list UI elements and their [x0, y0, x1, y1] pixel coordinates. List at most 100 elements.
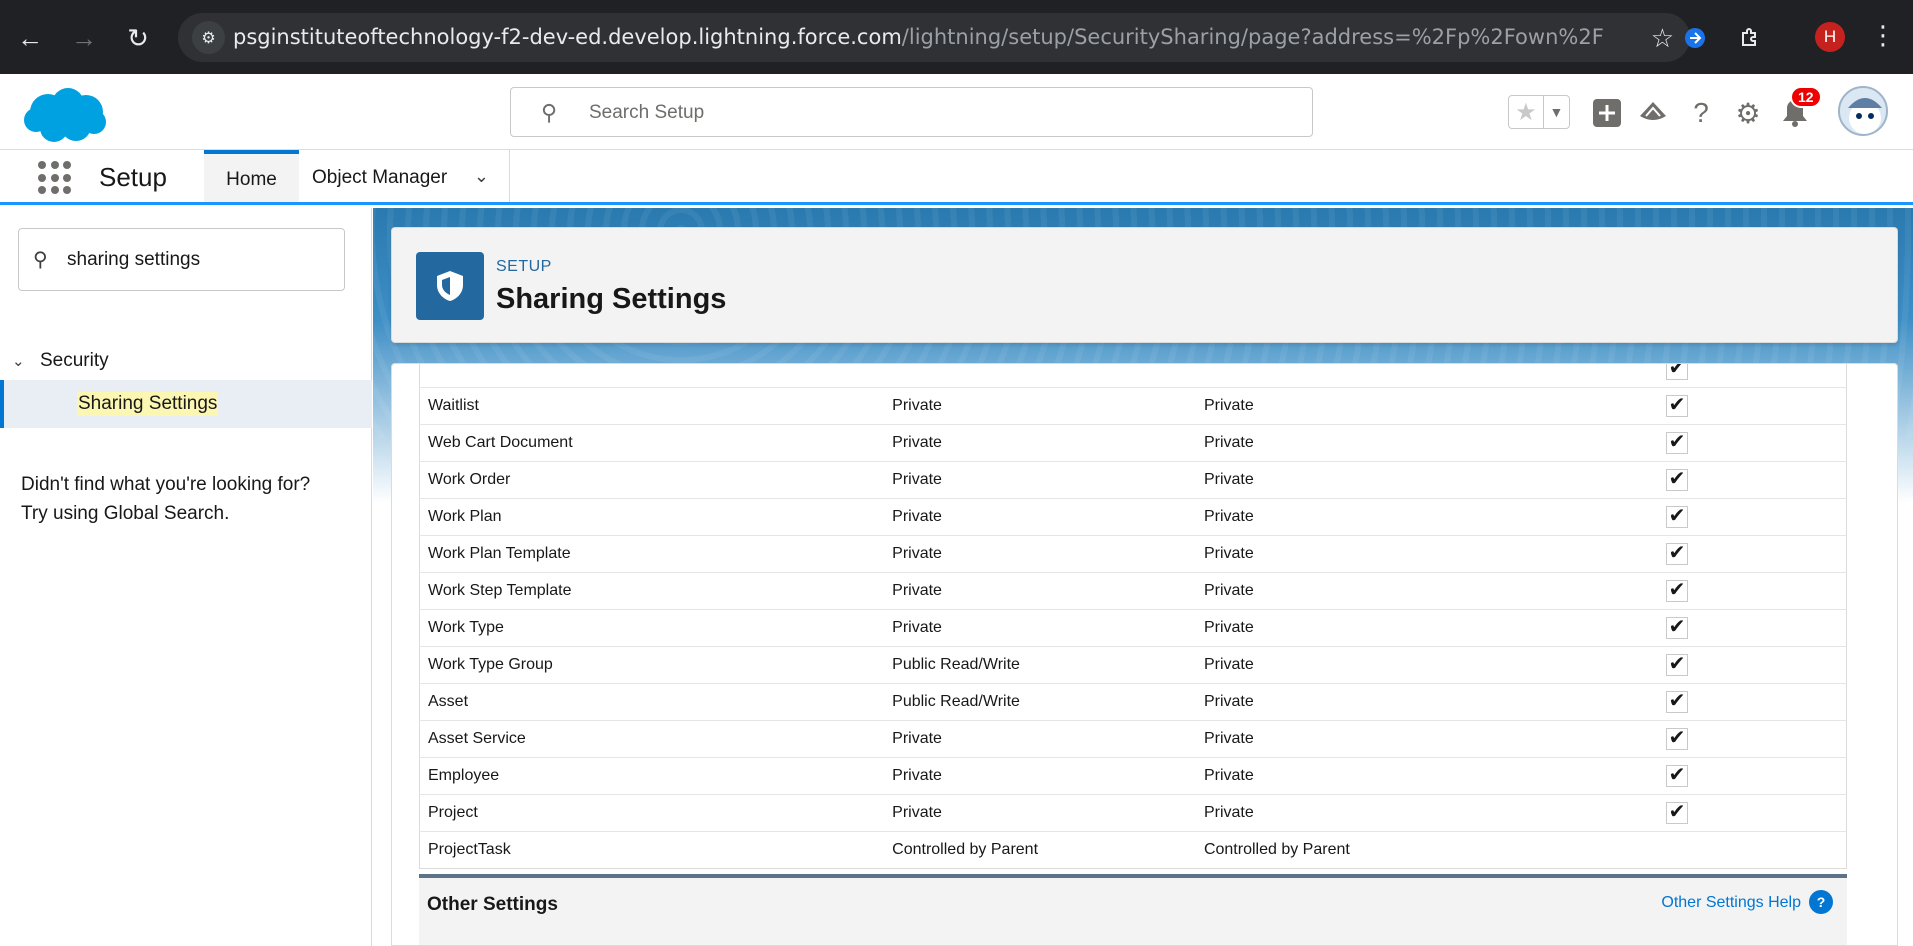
- tab-object-manager-label: Object Manager: [312, 166, 448, 188]
- object-name-cell: [419, 364, 885, 388]
- user-avatar[interactable]: [1838, 86, 1888, 136]
- browser-toolbar: ← → ↻ ⚙ psginstituteoftechnology-f2-dev-…: [0, 0, 1913, 74]
- grant-access-cell: [1658, 535, 1847, 573]
- default-internal-access-cell: [884, 364, 1196, 388]
- checkmark-icon: [1665, 429, 1688, 454]
- content-frame: WaitlistPrivatePrivateWeb Cart DocumentP…: [391, 363, 1898, 946]
- trailhead-guidance-icon[interactable]: [1636, 96, 1670, 130]
- quick-find-input[interactable]: [67, 247, 327, 273]
- address-bar[interactable]: ⚙ psginstituteoftechnology-f2-dev-ed.dev…: [178, 13, 1690, 62]
- grant-access-cell: [1658, 364, 1847, 388]
- table-row: Web Cart Document Private Private: [419, 424, 1847, 462]
- default-external-access-cell: Private: [1195, 646, 1659, 684]
- tab-home[interactable]: Home: [204, 150, 299, 205]
- object-name-cell: Work Plan Template: [419, 535, 885, 573]
- default-external-access-cell: Private: [1195, 535, 1659, 573]
- tab-object-manager[interactable]: Object Manager ⌄: [299, 150, 510, 205]
- help-icon[interactable]: ?: [1684, 96, 1718, 130]
- checkmark-icon: [1665, 392, 1688, 417]
- grant-access-cell: [1658, 720, 1847, 758]
- table-row: Work Type Group Public Read/Write Private: [419, 646, 1847, 684]
- table-row: Waitlist Private Private: [419, 387, 1847, 425]
- default-internal-access-cell: Controlled by Parent: [884, 831, 1196, 869]
- default-internal-access-cell: Private: [884, 794, 1196, 832]
- table-row: Asset Service Private Private: [419, 720, 1847, 758]
- salesforce-logo[interactable]: [20, 84, 108, 146]
- tree-node-security[interactable]: ⌄ Security: [0, 341, 372, 381]
- default-internal-access-cell: Private: [884, 720, 1196, 758]
- table-row: Work Type Private Private: [419, 609, 1847, 647]
- object-name-cell: Waitlist: [419, 387, 885, 425]
- object-name-cell: Work Step Template: [419, 572, 885, 610]
- default-external-access-cell: Private: [1195, 572, 1659, 610]
- grant-access-cell: [1658, 646, 1847, 684]
- grant-access-cell: [1658, 461, 1847, 499]
- other-settings-help-link[interactable]: Other Settings Help: [1661, 894, 1801, 912]
- default-external-access-cell: Private: [1195, 757, 1659, 795]
- forward-icon[interactable]: →: [66, 20, 102, 56]
- search-icon: ⚲: [541, 100, 558, 125]
- object-name-cell: Asset Service: [419, 720, 885, 758]
- org-wide-defaults-table: WaitlistPrivatePrivateWeb Cart DocumentP…: [419, 364, 1847, 869]
- setup-gear-icon[interactable]: ⚙: [1731, 96, 1765, 130]
- not-found-message: Didn't find what you're looking for? Try…: [21, 470, 361, 528]
- url-text[interactable]: psginstituteoftechnology-f2-dev-ed.devel…: [233, 25, 1603, 49]
- default-internal-access-cell: Private: [884, 387, 1196, 425]
- extension-icon[interactable]: [1679, 22, 1711, 54]
- site-info-icon[interactable]: ⚙: [192, 21, 225, 54]
- default-internal-access-cell: Private: [884, 498, 1196, 536]
- favorites-dropdown-icon[interactable]: ▼: [1544, 96, 1569, 128]
- default-external-access-cell: [1195, 364, 1659, 388]
- quick-find-box[interactable]: ⚲: [18, 228, 345, 291]
- default-external-access-cell: Private: [1195, 720, 1659, 758]
- object-name-cell: Work Type: [419, 609, 885, 647]
- global-search-box[interactable]: ⚲: [510, 87, 1313, 137]
- default-internal-access-cell: Public Read/Write: [884, 683, 1196, 721]
- app-name: Setup: [99, 162, 167, 192]
- checkmark-icon: [1665, 577, 1688, 602]
- table-row: Work Order Private Private: [419, 461, 1847, 499]
- sharing-shield-icon: [416, 252, 484, 320]
- global-search-input[interactable]: [589, 98, 1289, 128]
- profile-avatar[interactable]: H: [1815, 22, 1845, 52]
- favorites-star-icon[interactable]: ★: [1509, 96, 1544, 128]
- app-launcher-icon[interactable]: [38, 161, 72, 195]
- default-internal-access-cell: Private: [884, 609, 1196, 647]
- object-name-cell: Project: [419, 794, 885, 832]
- checkmark-icon: [1665, 651, 1688, 676]
- checkmark-icon: [1665, 799, 1688, 824]
- default-external-access-cell: Private: [1195, 387, 1659, 425]
- favorites-group: ★ ▼: [1508, 95, 1570, 129]
- not-found-line1: Didn't find what you're looking for?: [21, 474, 311, 495]
- help-icon[interactable]: ?: [1809, 890, 1833, 914]
- app-navigation-bar: Setup Home Object Manager ⌄: [0, 150, 1913, 205]
- checkmark-icon: [1665, 688, 1688, 713]
- grant-access-cell: [1658, 572, 1847, 610]
- grant-access-cell: [1658, 498, 1847, 536]
- extensions-puzzle-icon[interactable]: [1734, 22, 1766, 54]
- chevron-down-icon[interactable]: ⌄: [12, 352, 34, 370]
- chevron-down-icon[interactable]: ⌄: [474, 166, 489, 187]
- notification-count-badge: 12: [1790, 86, 1822, 108]
- url-path: /lightning/setup/SecuritySharing/page?ad…: [901, 25, 1603, 49]
- default-external-access-cell: Private: [1195, 498, 1659, 536]
- other-settings-section: Other Settings Other Settings Help ?: [419, 874, 1847, 945]
- tree-node-label: Security: [40, 350, 109, 371]
- checkmark-icon: [1665, 762, 1688, 787]
- checkmark-icon: [1665, 503, 1688, 528]
- back-icon[interactable]: ←: [12, 20, 48, 56]
- bookmark-star-icon[interactable]: ☆: [1651, 23, 1674, 54]
- table-row: Work Plan Template Private Private: [419, 535, 1847, 573]
- tree-item-sharing-settings[interactable]: Sharing Settings: [0, 380, 372, 428]
- global-actions-icon[interactable]: [1590, 96, 1624, 130]
- table-row: Work Step Template Private Private: [419, 572, 1847, 610]
- table-row: Project Private Private: [419, 794, 1847, 832]
- grant-access-cell: [1658, 831, 1847, 869]
- default-external-access-cell: Private: [1195, 461, 1659, 499]
- default-internal-access-cell: Private: [884, 535, 1196, 573]
- page-eyebrow: SETUP: [496, 258, 552, 275]
- default-internal-access-cell: Private: [884, 572, 1196, 610]
- browser-menu-icon[interactable]: ⋮: [1870, 20, 1896, 51]
- grant-access-cell: [1658, 387, 1847, 425]
- reload-icon[interactable]: ↻: [120, 20, 156, 56]
